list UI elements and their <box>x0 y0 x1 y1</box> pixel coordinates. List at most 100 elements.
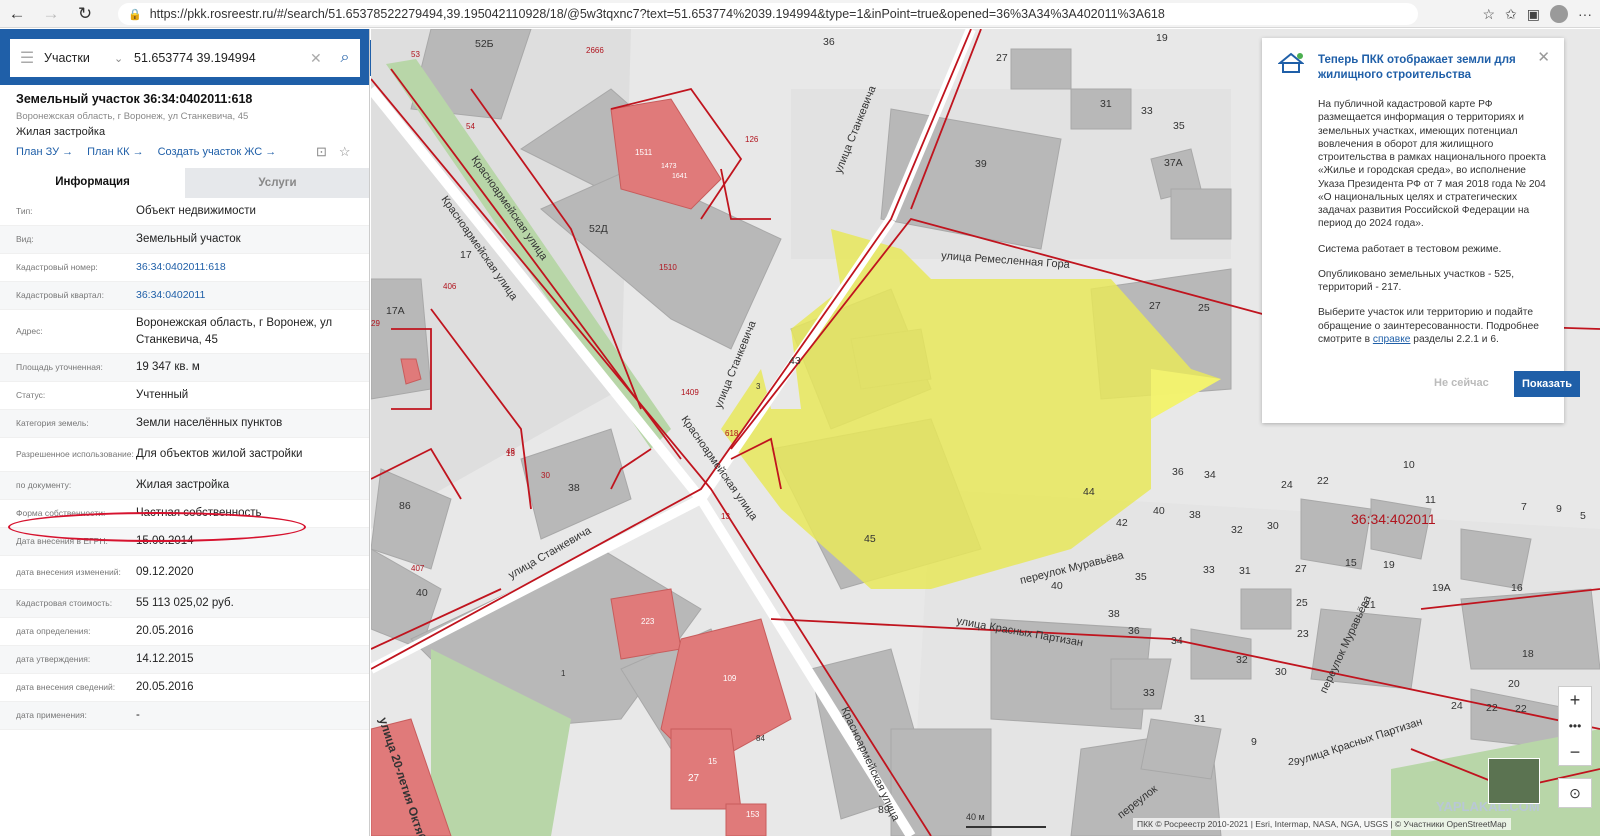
building-number: 27 <box>1149 300 1161 312</box>
building-number: 32 <box>1231 524 1243 536</box>
favorite-star-icon[interactable]: ☆ <box>1482 6 1495 23</box>
notification-paragraph: Система работает в тестовом режиме. <box>1318 243 1502 255</box>
profile-avatar[interactable] <box>1550 5 1568 23</box>
building-number: 23 <box>1297 628 1309 640</box>
more-menu-icon[interactable]: ··· <box>1578 6 1592 22</box>
create-parcel-link[interactable]: Создать участок ЖС → <box>158 146 277 158</box>
building-number: 21 <box>1364 599 1376 611</box>
notification-title: Теперь ПКК отображает земли для жилищног… <box>1318 54 1516 81</box>
parcel-address: Воронежская область, г Воронеж, ул Станк… <box>16 111 249 122</box>
building-number: 33 <box>1143 687 1155 699</box>
building-number: 52Б <box>475 38 494 50</box>
building-number: 37А <box>1164 157 1183 169</box>
building-number: 38 <box>568 482 580 494</box>
not-now-button[interactable]: Не сейчас <box>1434 377 1489 389</box>
building-number: 31 <box>1194 713 1206 725</box>
help-link[interactable]: справке <box>1373 334 1411 345</box>
tab-services[interactable]: Услуги <box>185 168 369 198</box>
more-tools-button[interactable]: ••• <box>1559 713 1591 739</box>
building-number: 24 <box>1281 479 1293 491</box>
parcel-info-panel: ☰ Участки ⌄ 51.653774 39.194994 ✕ ⌕ Земе… <box>0 29 370 836</box>
attribute-label: Категория земель: <box>16 418 89 429</box>
url-text: https://pkk.rosreestr.ru/#/search/51.653… <box>149 7 1165 21</box>
building-number: 39 <box>975 158 987 170</box>
attribute-row: Категория земель: Земли населённых пункто… <box>0 410 369 438</box>
pkk-logo <box>1277 52 1305 74</box>
building-number: 223 <box>641 617 655 626</box>
address-bar[interactable]: 🔒 https://pkk.rosreestr.ru/#/search/51.6… <box>118 3 1418 25</box>
building-number: 38 <box>1108 608 1120 620</box>
search-type-select[interactable]: Участки <box>44 51 114 65</box>
building-number: 24 <box>1451 700 1463 712</box>
attribute-value: Для объектов жилой застройки <box>136 448 303 461</box>
collections-icon[interactable]: ▣ <box>1527 6 1540 23</box>
search-icon[interactable]: ⌕ <box>330 49 360 67</box>
building-number: 54 <box>466 122 475 131</box>
attribute-value: Частная собственность <box>136 507 262 520</box>
attribute-value: - <box>136 709 140 722</box>
lock-icon: 🔒 <box>128 8 142 21</box>
building-number: 1 <box>561 669 566 678</box>
attribute-row: по документу: Жилая застройка <box>0 472 369 500</box>
favorites-icon[interactable]: ✩ <box>1505 6 1517 23</box>
plan-zu-link[interactable]: План ЗУ → <box>16 146 73 158</box>
favorite-icon[interactable]: ☆ <box>339 144 351 160</box>
zoom-out-button[interactable]: − <box>1559 739 1591 765</box>
building-number: 33 <box>1203 564 1215 576</box>
building-number: 86 <box>399 500 411 512</box>
attribute-link[interactable]: 36:34:0402011:618 <box>136 260 360 275</box>
attribute-row: Разрешенное использование: Для объектов ж… <box>0 438 369 472</box>
building-number: 153 <box>746 810 760 819</box>
building-number: 33 <box>1141 105 1153 117</box>
attribute-row: дата утверждения: 14.12.2015 <box>0 646 369 674</box>
notification-text: разделы 2.2.1 и 6. <box>1410 333 1499 345</box>
building-number: 45 <box>864 533 876 545</box>
building-number: 19А <box>1432 582 1451 594</box>
tab-information[interactable]: Информация <box>0 168 185 198</box>
attribute-link[interactable]: 36:34:0402011 <box>136 288 360 303</box>
reload-button[interactable]: ↻ <box>68 0 102 28</box>
building-number: 15 <box>708 757 717 766</box>
show-button[interactable]: Показать <box>1514 371 1580 397</box>
attribute-label: Форма собственности: <box>16 508 106 519</box>
attribute-row: дата внесения изменений: 09.12.2020 <box>0 556 369 590</box>
compass-icon: ⊙ <box>1569 784 1581 801</box>
clear-icon[interactable]: ✕ <box>310 50 330 67</box>
building-number: 406 <box>443 282 457 291</box>
attribute-value: 55 113 025,02 руб. <box>136 597 234 610</box>
forward-button[interactable]: → <box>34 0 68 28</box>
attribute-value: Земельный участок <box>136 233 241 246</box>
search-on-map-icon[interactable]: ⊡ <box>316 144 327 160</box>
arrow-left-icon: ← <box>8 3 26 23</box>
attribute-label: по документу: <box>16 480 72 491</box>
menu-icon[interactable]: ☰ <box>10 48 44 68</box>
search-field: ☰ Участки ⌄ 51.653774 39.194994 ✕ ⌕ <box>10 39 360 77</box>
building-number: 29 <box>1288 756 1300 768</box>
attribute-value: 09.12.2020 <box>136 566 194 579</box>
location-button[interactable]: ⊙ <box>1558 778 1592 808</box>
basemap-switcher[interactable] <box>1488 758 1540 804</box>
notification-popup: Теперь ПКК отображает земли для жилищног… <box>1262 38 1580 423</box>
building-number: 1510 <box>659 263 677 272</box>
plan-kk-link[interactable]: План КК → <box>87 146 143 158</box>
attribute-label: дата внесения сведений: <box>16 682 116 693</box>
attribute-row: Тип: Объект недвижимости <box>0 198 369 226</box>
search-input[interactable]: 51.653774 39.194994 <box>130 51 310 65</box>
attribute-value: 19 347 кв. м <box>136 361 200 374</box>
attribute-label: Разрешенное использование: <box>16 449 134 460</box>
attribute-row: Форма собственности: Частная собственност… <box>0 500 369 528</box>
building-number: 40 <box>1051 580 1063 592</box>
chevron-down-icon[interactable]: ⌄ <box>114 52 130 65</box>
reload-icon: ↻ <box>77 3 93 23</box>
close-icon[interactable]: ✕ <box>1537 48 1550 66</box>
back-button[interactable]: ← <box>0 0 34 28</box>
attribute-value: Учтенный <box>136 389 189 402</box>
building-number: 2666 <box>586 46 604 55</box>
dots-icon: ••• <box>1568 719 1582 733</box>
attribute-label: Кадастровый квартал: <box>16 290 104 301</box>
building-number: 30 <box>541 471 550 480</box>
building-number: 1511 <box>635 148 653 157</box>
zoom-in-button[interactable]: + <box>1559 687 1591 713</box>
building-number: 42 <box>1116 517 1128 529</box>
building-number: 30 <box>1275 666 1287 678</box>
